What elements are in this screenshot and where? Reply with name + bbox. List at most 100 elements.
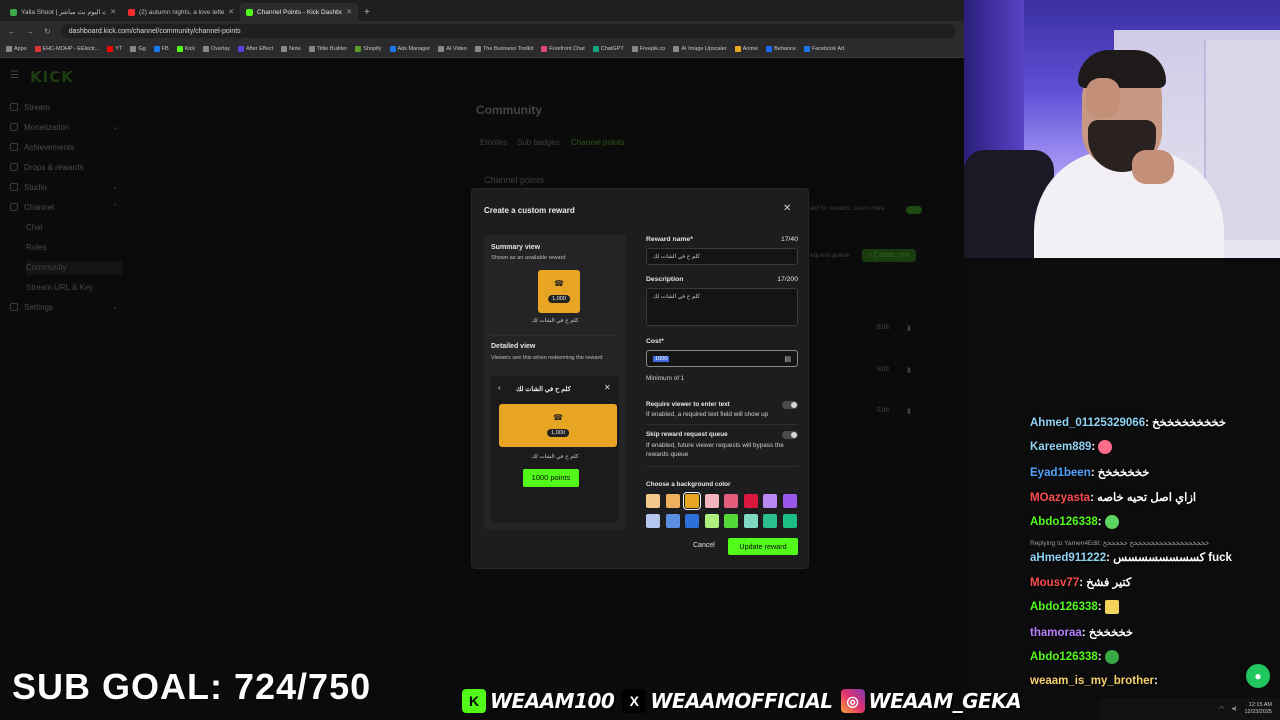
bookmark-icon: [34, 46, 41, 52]
url-input[interactable]: dashboard.kick.com/channel/community/cha…: [60, 24, 956, 38]
sidebar-sub-community[interactable]: Community: [26, 261, 122, 275]
color-swatch[interactable]: [665, 514, 680, 528]
color-swatch[interactable]: [646, 494, 660, 508]
bookmark[interactable]: After Effect: [238, 46, 273, 52]
close-icon[interactable]: ✕: [110, 8, 116, 16]
create-new-button[interactable]: + Create new: [862, 249, 916, 262]
bookmark[interactable]: Facebook Ad: [803, 46, 844, 52]
bookmark[interactable]: Ads Manager: [389, 46, 430, 52]
chevron-left-icon: ‹: [498, 383, 501, 392]
bookmark-icon: [734, 46, 741, 52]
sidebar-item-drops[interactable]: Drops & rewards: [10, 160, 122, 174]
browser-tab-active[interactable]: Channel Points - Kick Dashboard✕: [240, 3, 358, 21]
close-icon[interactable]: ✕: [783, 203, 791, 214]
bookmark[interactable]: Tittle Builder: [308, 46, 347, 52]
cancel-button[interactable]: Cancel: [693, 542, 715, 549]
color-swatch[interactable]: [646, 514, 660, 528]
new-tab-button[interactable]: +: [358, 3, 378, 21]
divider: [491, 335, 619, 336]
sidebar-item-studio[interactable]: Studio ⌄: [10, 180, 122, 194]
chat-message: Abdo126338:: [1030, 650, 1119, 664]
sidebar-item-settings[interactable]: Settings ⌄: [10, 300, 122, 314]
sidebar-item-channel[interactable]: Channel ⌃: [10, 200, 122, 214]
color-swatch[interactable]: [665, 494, 680, 508]
bookmark[interactable]: The Business Toolkit: [474, 46, 533, 52]
color-swatch[interactable]: [782, 494, 797, 508]
browser-tab[interactable]: Yalla Shoot | يلا شوت مباريات اليوم بث م…: [4, 3, 122, 21]
bookmark[interactable]: Kick: [176, 46, 195, 52]
color-swatch[interactable]: [763, 494, 777, 508]
bookmark[interactable]: Overlay: [203, 46, 230, 52]
color-swatch[interactable]: [683, 492, 701, 510]
bookmark[interactable]: Forefront Chat: [541, 46, 585, 52]
tab-channel-points[interactable]: Channel points: [571, 138, 624, 147]
bookmark[interactable]: FB: [153, 46, 169, 52]
reload-icon[interactable]: ↻: [44, 27, 51, 36]
stepper-icon[interactable]: ▤: [784, 355, 791, 363]
bookmark[interactable]: Shopify: [355, 46, 382, 52]
bookmark[interactable]: YT: [107, 46, 122, 52]
bookmark[interactable]: Gg: [130, 46, 146, 52]
bookmark[interactable]: EHC-MOHP - EElectr...: [34, 46, 99, 52]
color-swatch[interactable]: [782, 514, 797, 528]
tab-emotes[interactable]: Emotes: [480, 138, 507, 147]
bookmark[interactable]: Freepik.co: [631, 46, 665, 52]
color-swatch[interactable]: [743, 514, 758, 528]
sidebar-sub-chat[interactable]: Chat: [26, 223, 43, 232]
close-icon[interactable]: ✕: [228, 8, 234, 16]
edit-link[interactable]: Edit: [877, 324, 889, 331]
update-reward-button[interactable]: Update reward: [728, 538, 798, 555]
menu-icon[interactable]: ☰: [10, 70, 19, 81]
close-icon[interactable]: ✕: [346, 8, 352, 16]
bookmark[interactable]: AI Image Upscaler: [673, 46, 727, 52]
clock[interactable]: 12:15 AM 12/23/2025: [1244, 702, 1272, 716]
bookmark[interactable]: Note: [281, 46, 301, 52]
social-handles: K WEAAM100 X WEAAMOFFICIAL ◎ WEAAM_GEKA: [462, 684, 1025, 718]
reward-name-preview: كلم ح في الشات لك: [531, 454, 579, 460]
edit-link[interactable]: Edit: [877, 366, 889, 373]
chevron-down-icon: ⌄: [112, 184, 118, 191]
skip-queue-label: Skip reward request queue: [646, 431, 728, 438]
bookmark[interactable]: Behance: [766, 46, 796, 52]
volume-icon[interactable]: ◂): [1232, 706, 1237, 712]
trash-icon[interactable]: ▮: [907, 324, 911, 332]
trash-icon[interactable]: ▮: [907, 366, 911, 374]
require-text-toggle[interactable]: [782, 401, 798, 409]
bookmark[interactable]: Apps: [6, 46, 27, 52]
reward-name-input[interactable]: كلم ح في الشات لك: [646, 248, 798, 265]
color-swatch[interactable]: [763, 514, 777, 528]
edit-link[interactable]: Edit: [877, 407, 889, 414]
description-textarea[interactable]: كلم ح في الشات لك: [646, 288, 798, 326]
bookmark[interactable]: Anime: [734, 46, 758, 52]
sidebar-sub-roles[interactable]: Roles: [26, 243, 46, 252]
trash-icon[interactable]: ▮: [907, 407, 911, 415]
color-swatch[interactable]: [704, 494, 719, 508]
back-icon[interactable]: ←: [8, 27, 16, 36]
color-swatch[interactable]: [685, 514, 699, 528]
description-count: 17/200: [777, 276, 798, 283]
cost-hint: Minimum of 1: [646, 375, 685, 382]
trophy-icon: [10, 143, 18, 151]
channel-icon: [10, 203, 18, 211]
tab-sub-badges[interactable]: Sub badges: [517, 138, 560, 147]
color-swatch[interactable]: [724, 514, 738, 528]
bookmark[interactable]: ChatGPT: [592, 46, 624, 52]
bookmark[interactable]: AI Video: [438, 46, 467, 52]
color-swatch[interactable]: [743, 494, 758, 508]
sidebar-item-stream[interactable]: Stream: [10, 100, 122, 114]
enable-toggle[interactable]: [906, 206, 922, 214]
color-swatch[interactable]: [704, 514, 719, 528]
summary-view-subtitle: Shown as an available reward: [491, 255, 566, 261]
wifi-icon[interactable]: ◠: [1219, 706, 1224, 712]
sidebar-item-achievements[interactable]: Achievements: [10, 140, 122, 154]
chat-bubble-icon[interactable]: ●: [1246, 664, 1270, 688]
skip-queue-toggle[interactable]: [782, 431, 798, 439]
system-tray: ◠ ◂) 12:15 AM 12/23/2025: [1100, 698, 1280, 720]
forward-icon[interactable]: →: [26, 27, 34, 36]
cost-input[interactable]: 1000 ▤: [646, 350, 798, 367]
browser-tab[interactable]: (2) autumn nights, a love letter ✕: [122, 3, 240, 21]
request-queue-link[interactable]: equest queue: [810, 252, 849, 259]
sidebar-sub-stream-key[interactable]: Stream URL & Key: [26, 283, 93, 292]
color-swatch[interactable]: [724, 494, 738, 508]
sidebar-item-monetization[interactable]: Monetization ⌄: [10, 120, 122, 134]
